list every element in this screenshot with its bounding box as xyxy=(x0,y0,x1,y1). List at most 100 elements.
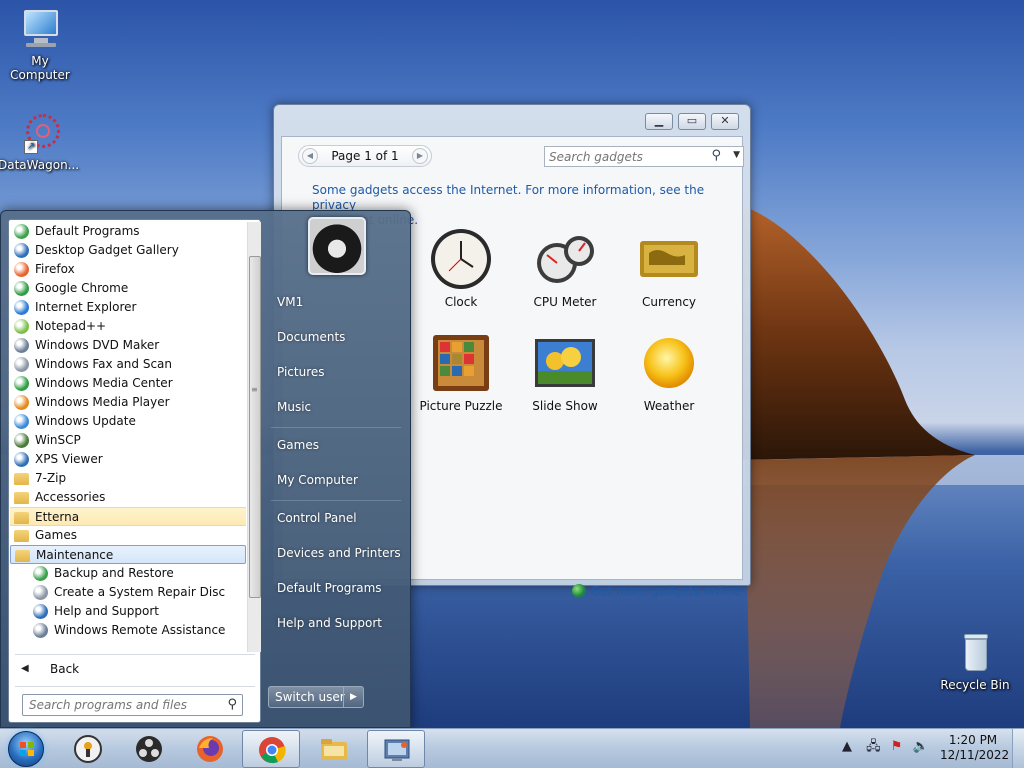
program-label: Firefox xyxy=(35,262,75,276)
program-search-input[interactable] xyxy=(29,697,209,713)
gadget-cpu-meter[interactable]: CPU Meter xyxy=(513,227,617,309)
program-item[interactable]: Windows Update xyxy=(10,412,246,431)
gadget-label: Picture Puzzle xyxy=(419,399,503,413)
cpu-meter-icon xyxy=(533,227,597,291)
desktop-icon-recycle-bin[interactable]: Recycle Bin xyxy=(935,632,1015,692)
media-player-icon xyxy=(14,395,29,410)
folder-icon xyxy=(14,530,29,542)
program-item[interactable]: Help and Support xyxy=(10,602,246,621)
desktop-icon-datawagon[interactable]: ↗ DataWagon... xyxy=(0,112,79,172)
prev-page-button[interactable]: ◀ xyxy=(302,148,318,164)
start-item-control-panel[interactable]: Control Panel xyxy=(266,503,406,533)
shutdown-options-arrow-icon[interactable]: ▶ xyxy=(343,687,363,707)
restore-button[interactable]: ▭ xyxy=(678,113,706,130)
start-item-default-programs[interactable]: Default Programs xyxy=(266,573,406,603)
gadget-slide-show[interactable]: Slide Show xyxy=(513,331,617,413)
user-avatar[interactable] xyxy=(308,217,366,275)
taskbar-obs[interactable] xyxy=(120,730,178,768)
program-item[interactable]: Create a System Repair Disc xyxy=(10,583,246,602)
program-item[interactable]: Google Chrome xyxy=(10,279,246,298)
program-item[interactable]: Windows Remote Assistance xyxy=(10,621,246,640)
minimize-button[interactable]: ▁ xyxy=(645,113,673,130)
globe-icon xyxy=(572,584,586,598)
volume-icon[interactable]: 🔈 xyxy=(913,739,929,754)
program-item[interactable]: Desktop Gadget Gallery xyxy=(10,241,246,260)
program-item[interactable]: WinSCP xyxy=(10,431,246,450)
taskbar-chrome[interactable] xyxy=(242,730,300,768)
close-button[interactable]: ✕ xyxy=(711,113,739,130)
backup-restore-icon xyxy=(33,566,48,581)
start-item-music[interactable]: Music xyxy=(266,392,406,422)
switch-user-button[interactable]: Switch user ▶ xyxy=(268,686,364,708)
program-label: Default Programs xyxy=(35,224,140,238)
scrollbar-thumb[interactable] xyxy=(249,256,261,598)
start-item-games[interactable]: Games xyxy=(266,430,406,460)
program-item[interactable]: Games xyxy=(10,526,246,545)
show-desktop-button[interactable] xyxy=(1012,729,1024,768)
start-menu: Default Programs Desktop Gadget Gallery Fi… xyxy=(0,210,411,728)
program-item[interactable]: Default Programs xyxy=(10,222,246,241)
program-item[interactable]: Internet Explorer xyxy=(10,298,246,317)
notification-area: ▲ 🖧 ⚑ 🔈 xyxy=(842,737,929,759)
start-item-vm1[interactable]: VM1 xyxy=(266,287,406,317)
program-item[interactable]: Etterna xyxy=(10,507,246,526)
network-icon[interactable]: 🖧 xyxy=(866,739,881,754)
program-item[interactable]: Accessories xyxy=(10,488,246,507)
program-item[interactable]: Notepad++ xyxy=(10,317,246,336)
start-item-devices-printers[interactable]: Devices and Printers xyxy=(266,538,406,568)
program-list-scrollbar[interactable]: ≡ xyxy=(247,222,261,652)
program-item[interactable]: Maintenance xyxy=(10,545,246,564)
gadget-picture-puzzle[interactable]: Picture Puzzle xyxy=(409,331,513,413)
link-text[interactable]: Get more gadgets online xyxy=(591,584,740,598)
program-item[interactable]: Windows DVD Maker xyxy=(10,336,246,355)
gadget-currency[interactable]: Currency xyxy=(617,227,721,309)
chrome-icon xyxy=(257,735,287,765)
program-item[interactable]: 7-Zip xyxy=(10,469,246,488)
program-item[interactable]: Windows Fax and Scan xyxy=(10,355,246,374)
start-item-documents[interactable]: Documents xyxy=(266,322,406,352)
divider xyxy=(271,500,401,501)
program-item[interactable]: XPS Viewer xyxy=(10,450,246,469)
show-hidden-icons-icon[interactable]: ▲ xyxy=(842,739,852,754)
clock-icon xyxy=(429,227,493,291)
program-item[interactable]: Firefox xyxy=(10,260,246,279)
help-support-icon xyxy=(33,604,48,619)
start-button[interactable] xyxy=(5,730,47,768)
program-search-box[interactable]: ⚲ xyxy=(22,694,243,716)
program-label: Windows Media Player xyxy=(35,395,170,409)
search-icon[interactable]: ⚲ xyxy=(711,148,721,163)
program-item[interactable]: Windows Media Center xyxy=(10,374,246,393)
media-center-icon xyxy=(14,376,29,391)
program-item[interactable]: Backup and Restore xyxy=(10,564,246,583)
gadget-search-box[interactable]: ⚲ ▼ xyxy=(544,146,744,167)
search-icon[interactable]: ⚲ xyxy=(227,697,237,712)
program-label: Internet Explorer xyxy=(35,300,137,314)
remote-assistance-icon xyxy=(33,623,48,638)
folder-icon xyxy=(14,512,29,524)
taskbar-firefox[interactable] xyxy=(181,730,239,768)
gadget-clock[interactable]: Clock xyxy=(409,227,513,309)
system-clock[interactable]: 1:20 PM 12/11/2022 xyxy=(940,733,1009,763)
gadget-weather[interactable]: Weather xyxy=(617,331,721,413)
action-center-flag-icon[interactable]: ⚑ xyxy=(891,739,903,754)
switch-user-label: Switch user xyxy=(275,690,345,704)
chevron-down-icon[interactable]: ▼ xyxy=(733,150,740,160)
next-page-button[interactable]: ▶ xyxy=(412,148,428,164)
start-item-pictures[interactable]: Pictures xyxy=(266,357,406,387)
start-item-help-support[interactable]: Help and Support xyxy=(266,608,406,638)
taskbar-file-explorer[interactable] xyxy=(305,730,363,768)
get-more-gadgets-link[interactable]: Get more gadgets online xyxy=(572,584,740,598)
desktop-icon-my-computer[interactable]: My Computer xyxy=(0,8,80,82)
gadget-label: Weather xyxy=(643,399,695,413)
program-item[interactable]: Windows Media Player xyxy=(10,393,246,412)
taskbar-keepass[interactable] xyxy=(59,730,117,768)
program-label: Create a System Repair Disc xyxy=(54,585,226,599)
taskbar-gadget-gallery[interactable] xyxy=(367,730,425,768)
start-item-my-computer[interactable]: My Computer xyxy=(266,465,406,495)
folder-icon xyxy=(14,492,29,504)
back-button[interactable]: ◀ Back xyxy=(9,658,261,680)
program-label: Windows Remote Assistance xyxy=(54,623,226,637)
gadget-search-input[interactable] xyxy=(549,148,699,165)
recycle-bin-icon xyxy=(951,632,999,676)
notice-line[interactable]: Some gadgets access the Internet. For mo… xyxy=(312,183,722,213)
